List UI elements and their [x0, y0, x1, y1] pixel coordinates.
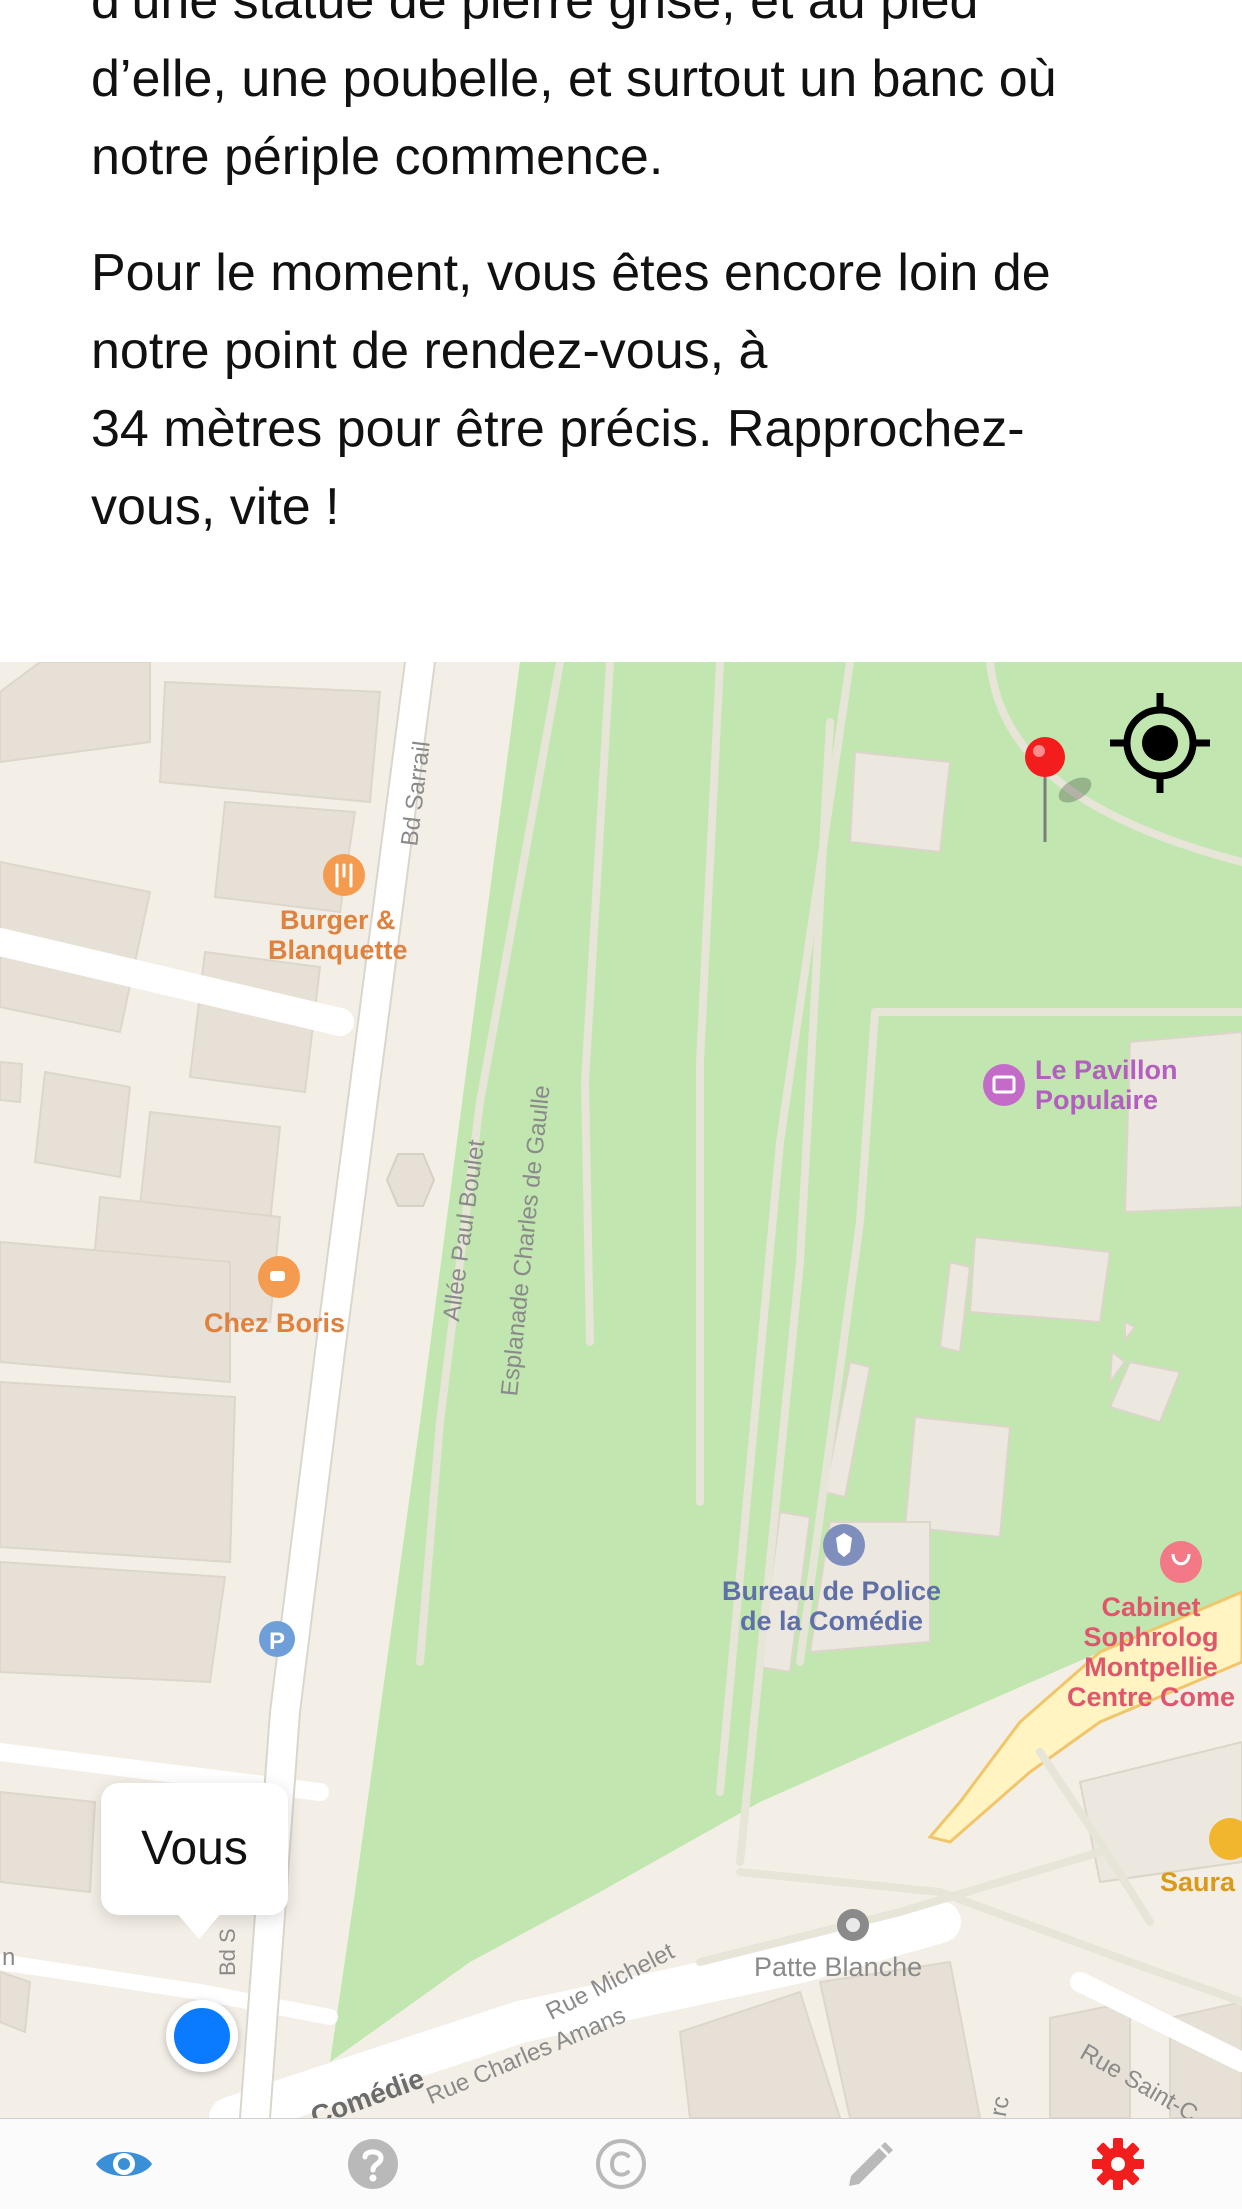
poi-label-burger[interactable]: Burger & Blanquette — [268, 905, 408, 965]
poi-text: Burger & Blanquette — [268, 905, 408, 965]
paragraph-line: Pour le moment, vous êtes encore loin de — [91, 244, 1051, 302]
poi-label-saura[interactable]: Saura — [1160, 1867, 1235, 1897]
eye-icon — [96, 2152, 153, 2176]
copyright-icon — [596, 2139, 647, 2189]
paragraph-line: notre point de rendez-vous, à — [91, 322, 768, 380]
user-location-dot[interactable] — [166, 2000, 238, 2072]
poi-label-pavillon[interactable]: Le Pavillon Populaire — [1035, 1055, 1178, 1115]
paragraph-intro: d’une statue de pierre grise, et au pied… — [91, 0, 1171, 196]
tab-help[interactable] — [248, 2119, 496, 2209]
pencil-icon — [849, 2142, 894, 2186]
paragraph-line: vous, vite ! — [91, 478, 340, 536]
paragraph-line: notre périple commence. — [91, 128, 664, 186]
paragraph-line: d’elle, une poubelle, et surtout un banc… — [91, 50, 1057, 108]
svg-text:P: P — [269, 1628, 285, 1655]
street-label-edge: n — [2, 1944, 16, 1971]
gear-icon — [1091, 2138, 1144, 2190]
locate-button[interactable] — [1110, 693, 1210, 793]
poi-text: Le Pavillon Populaire — [1035, 1055, 1178, 1115]
user-callout: Vous — [101, 1783, 288, 1915]
paragraph-distance: Pour le moment, vous êtes encore loin de… — [91, 234, 1171, 546]
poi-label-chez-boris[interactable]: Chez Boris — [204, 1308, 345, 1338]
tab-settings[interactable] — [994, 2119, 1242, 2209]
paragraph-line: 34 mètres pour être précis. Rapprochez- — [91, 400, 1025, 458]
poi-text: Bureau de Police de la Comédie — [722, 1576, 942, 1636]
tab-bar — [0, 2118, 1242, 2209]
poi-label-patte-blanche[interactable]: Patte Blanche — [754, 1952, 922, 1982]
tab-edit[interactable] — [745, 2119, 993, 2209]
question-icon — [347, 2139, 398, 2189]
street-label-arc: Arc — [982, 2094, 1016, 2118]
text-content: d’une statue de pierre grise, et au pied… — [0, 0, 1242, 662]
map-view[interactable]: P Burger & Blanquette Chez Boris Le Pavi… — [0, 662, 1242, 2118]
medical-icon — [1160, 1541, 1202, 1583]
red-pin-icon — [1025, 737, 1065, 777]
tab-credits[interactable] — [497, 2119, 745, 2209]
museum-icon — [983, 1064, 1025, 1106]
poi-label-cabinet[interactable]: Cabinet Sophrolog Montpellie Centre Come — [1067, 1592, 1235, 1712]
poi-text: Cabinet Sophrolog Montpellie Centre Come — [1067, 1592, 1236, 1712]
paragraph-line: d’une statue de pierre grise, et au pied — [91, 0, 979, 30]
tab-eye[interactable] — [0, 2119, 248, 2209]
user-callout-tail — [175, 1911, 223, 1939]
poi-label-police[interactable]: Bureau de Police de la Comédie — [722, 1576, 941, 1636]
crosshair-icon — [1110, 693, 1210, 793]
